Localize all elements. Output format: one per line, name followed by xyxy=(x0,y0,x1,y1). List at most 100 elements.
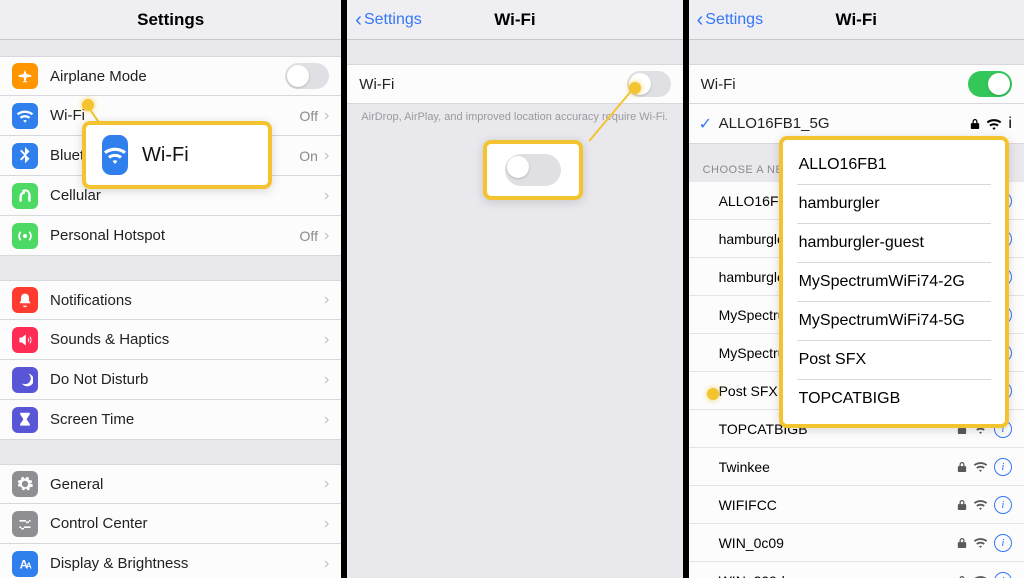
network-name: WIFIFCC xyxy=(719,497,957,513)
titlebar: ‹Settings Wi-Fi xyxy=(689,0,1024,40)
chevron-right-icon: › xyxy=(324,475,329,493)
cellular-icon xyxy=(12,183,38,209)
chevron-left-icon: ‹ xyxy=(355,10,362,30)
network-name: WIN_209d xyxy=(719,573,957,578)
controlcenter-label: Control Center xyxy=(50,515,324,532)
sounds-icon xyxy=(12,327,38,353)
settings-group-notifications: Notifications › Sounds & Haptics › Do No… xyxy=(0,280,341,440)
callout-network-row: hamburgler xyxy=(797,185,991,224)
wifi-signal-icon xyxy=(973,461,988,472)
airplane-label: Airplane Mode xyxy=(50,68,285,85)
info-icon[interactable]: i xyxy=(994,572,1012,578)
display-icon xyxy=(12,551,38,577)
airplane-toggle[interactable] xyxy=(285,63,329,89)
wifi-toggle[interactable] xyxy=(968,71,1012,97)
network-row[interactable]: WIN_0c09 i xyxy=(689,524,1024,562)
wifi-signal-icon xyxy=(973,537,988,548)
callout-network-row: MySpectrumWiFi74-2G xyxy=(797,263,991,302)
network-callout: ALLO16FB1hamburglerhamburgler-guestMySpe… xyxy=(779,136,1009,428)
page-title: Wi-Fi xyxy=(836,10,877,30)
back-label: Settings xyxy=(705,11,763,29)
wifi-label: Wi-Fi xyxy=(359,76,626,93)
callout-network-row: hamburgler-guest xyxy=(797,224,991,263)
general-label: General xyxy=(50,476,324,493)
chevron-right-icon: › xyxy=(324,147,329,165)
chevron-right-icon: › xyxy=(324,107,329,125)
chevron-right-icon: › xyxy=(324,555,329,573)
general-row[interactable]: General › xyxy=(0,464,341,504)
network-name: WIN_0c09 xyxy=(719,535,957,551)
chevron-right-icon: › xyxy=(324,411,329,429)
network-name: Twinkee xyxy=(719,459,957,475)
wifi-signal-icon xyxy=(973,499,988,510)
chevron-right-icon: › xyxy=(324,187,329,205)
lock-icon xyxy=(957,499,967,511)
dnd-label: Do Not Disturb xyxy=(50,371,324,388)
hotspot-value: Off xyxy=(300,228,318,244)
screentime-label: Screen Time xyxy=(50,411,324,428)
airplane-mode-row[interactable]: Airplane Mode xyxy=(0,56,341,96)
cellular-label: Cellular xyxy=(50,187,324,204)
dnd-row[interactable]: Do Not Disturb › xyxy=(0,360,341,400)
airplane-icon xyxy=(12,63,38,89)
wifi-value: Off xyxy=(300,108,318,124)
wifi-label: Wi-Fi xyxy=(701,76,968,93)
lock-icon xyxy=(957,537,967,549)
notifications-row[interactable]: Notifications › xyxy=(0,280,341,320)
settings-group-general: General › Control Center › Display & Bri… xyxy=(0,464,341,578)
sliders-icon xyxy=(12,511,38,537)
lock-icon xyxy=(957,461,967,473)
callout-network-row: ALLO16FB1 xyxy=(797,146,991,185)
wifi-toggle-row[interactable]: Wi-Fi xyxy=(689,64,1024,104)
titlebar: ‹Settings Wi-Fi xyxy=(347,0,682,40)
chevron-right-icon: › xyxy=(324,331,329,349)
chevron-right-icon: › xyxy=(324,515,329,533)
page-title: Settings xyxy=(137,10,204,30)
highlight-dot xyxy=(707,388,719,400)
chevron-right-icon: › xyxy=(324,371,329,389)
lock-icon xyxy=(957,575,967,578)
wifi-icon xyxy=(102,135,128,175)
callout-network-row: TOPCATBIGB xyxy=(797,380,991,418)
wifi-signal-icon xyxy=(986,118,1002,130)
screentime-row[interactable]: Screen Time › xyxy=(0,400,341,440)
wifi-icon xyxy=(12,103,38,129)
hourglass-icon xyxy=(12,407,38,433)
network-row[interactable]: WIFIFCC i xyxy=(689,486,1024,524)
connected-network-name: ALLO16FB1_5G xyxy=(719,115,971,132)
back-button[interactable]: ‹Settings xyxy=(355,10,421,30)
bluetooth-icon xyxy=(12,143,38,169)
titlebar: Settings xyxy=(0,0,341,40)
hotspot-row[interactable]: Personal Hotspot Off › xyxy=(0,216,341,256)
display-label: Display & Brightness xyxy=(50,555,324,572)
hotspot-label: Personal Hotspot xyxy=(50,227,300,244)
sounds-row[interactable]: Sounds & Haptics › xyxy=(0,320,341,360)
wifi-callout: Wi-Fi xyxy=(82,121,272,189)
info-icon[interactable]: i xyxy=(994,534,1012,552)
display-row[interactable]: Display & Brightness › xyxy=(0,544,341,578)
wifi-toggle-large xyxy=(505,154,561,186)
sounds-label: Sounds & Haptics xyxy=(50,331,324,348)
notifications-label: Notifications xyxy=(50,292,324,309)
lock-icon xyxy=(970,118,980,130)
callout-network-row: Post SFX xyxy=(797,341,991,380)
wifi-toggle-group: Wi-Fi ✓ ALLO16FB1_5G i xyxy=(689,64,1024,144)
wifi-hint: AirDrop, AirPlay, and improved location … xyxy=(347,104,682,125)
chevron-right-icon: › xyxy=(324,291,329,309)
controlcenter-row[interactable]: Control Center › xyxy=(0,504,341,544)
info-icon[interactable]: i xyxy=(994,496,1012,514)
back-button[interactable]: ‹Settings xyxy=(697,10,763,30)
network-row[interactable]: WIN_209d i xyxy=(689,562,1024,578)
callout-network-row: MySpectrumWiFi74-5G xyxy=(797,302,991,341)
hotspot-icon xyxy=(12,223,38,249)
network-row[interactable]: Twinkee i xyxy=(689,448,1024,486)
bluetooth-value: On xyxy=(299,148,318,164)
info-icon[interactable]: i xyxy=(1008,115,1012,133)
gear-icon xyxy=(12,471,38,497)
back-label: Settings xyxy=(364,11,422,29)
chevron-left-icon: ‹ xyxy=(697,10,704,30)
wifi-off-panel: ‹Settings Wi-Fi Wi-Fi AirDrop, AirPlay, … xyxy=(341,0,682,578)
wifi-callout-label: Wi-Fi xyxy=(142,144,189,167)
info-icon[interactable]: i xyxy=(994,458,1012,476)
wifi-on-panel: ‹Settings Wi-Fi Wi-Fi ✓ ALLO16FB1_5G i C… xyxy=(683,0,1024,578)
